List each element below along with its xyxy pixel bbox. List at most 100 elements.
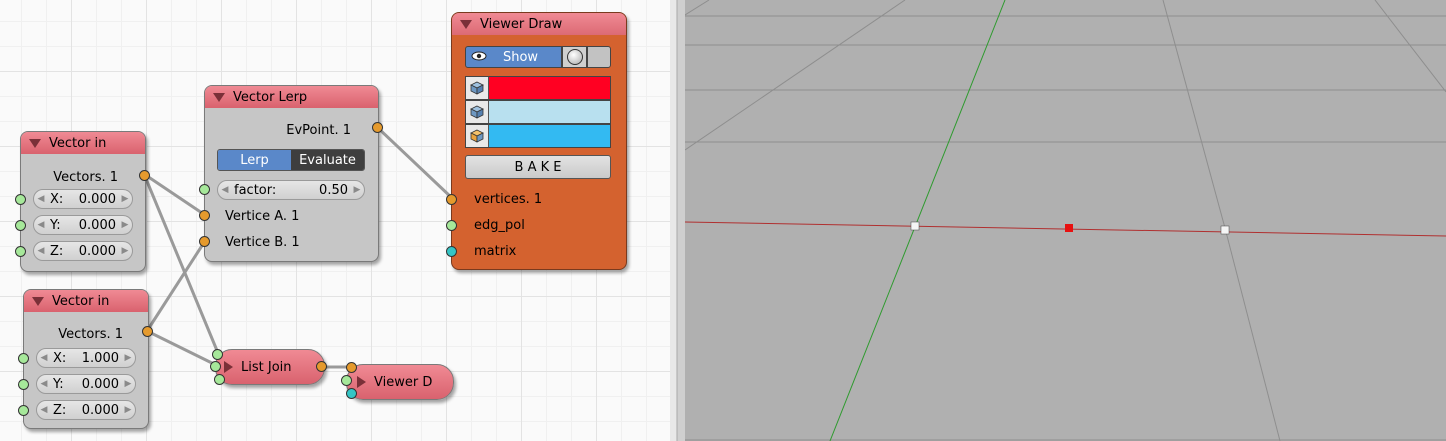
shading-sphere-button[interactable] bbox=[562, 46, 587, 68]
edge-color-row[interactable] bbox=[465, 100, 611, 124]
node-header[interactable]: Viewer Draw bbox=[452, 13, 626, 35]
list-join-node[interactable]: List Join bbox=[215, 349, 325, 385]
collapse-triangle-icon[interactable] bbox=[213, 92, 225, 102]
list-join-input-socket-2[interactable] bbox=[210, 361, 221, 372]
increment-arrow-icon[interactable]: ▶ bbox=[121, 379, 135, 389]
output-label: Vectors. 1 bbox=[58, 326, 123, 342]
increment-arrow-icon[interactable]: ▶ bbox=[118, 194, 132, 204]
collapse-triangle-icon[interactable] bbox=[29, 138, 41, 148]
viewport-scene bbox=[685, 0, 1446, 441]
x-field[interactable]: ◀ X: 0.000 ▶ bbox=[33, 189, 133, 209]
3d-viewport[interactable] bbox=[685, 0, 1446, 441]
decrement-arrow-icon[interactable]: ◀ bbox=[218, 185, 232, 195]
link-lerp-to-viewerdraw bbox=[375, 125, 454, 200]
increment-arrow-icon[interactable]: ▶ bbox=[118, 246, 132, 256]
bake-label: B A K E bbox=[514, 159, 562, 175]
list-join-input-socket-1[interactable] bbox=[212, 349, 223, 360]
node-header[interactable]: Vector in bbox=[21, 132, 145, 154]
mode-toggle[interactable]: Lerp Evaluate bbox=[217, 149, 365, 171]
input-socket-vertices[interactable] bbox=[446, 194, 457, 205]
expand-triangle-icon[interactable] bbox=[357, 376, 366, 388]
face-color-row[interactable] bbox=[465, 124, 611, 148]
floor-grid bbox=[685, 0, 1446, 441]
vertex-left bbox=[910, 221, 920, 231]
input-socket-y[interactable] bbox=[18, 379, 29, 390]
node-title: List Join bbox=[241, 359, 292, 375]
vector-lerp-node[interactable]: Vector Lerp EvPoint. 1 Lerp Evaluate ◀ f… bbox=[199, 85, 383, 262]
bake-button[interactable]: B A K E bbox=[465, 155, 611, 179]
input-socket-z[interactable] bbox=[15, 246, 26, 257]
input-label: edg_pol bbox=[474, 217, 525, 233]
decrement-arrow-icon[interactable]: ◀ bbox=[34, 194, 48, 204]
node-title: Viewer D bbox=[374, 374, 433, 390]
input-socket-z[interactable] bbox=[18, 405, 29, 416]
y-field[interactable]: ◀ Y: 0.000 ▶ bbox=[36, 374, 136, 394]
input-socket-vertice-a[interactable] bbox=[199, 210, 210, 221]
z-field[interactable]: ◀ Z: 0.000 ▶ bbox=[33, 241, 133, 261]
y-field[interactable]: ◀ Y: 0.000 ▶ bbox=[33, 215, 133, 235]
decrement-arrow-icon[interactable]: ◀ bbox=[34, 246, 48, 256]
increment-arrow-icon[interactable]: ▶ bbox=[118, 220, 132, 230]
increment-arrow-icon[interactable]: ▶ bbox=[121, 405, 135, 415]
node-title: Vector in bbox=[49, 135, 107, 151]
input-socket-x[interactable] bbox=[18, 353, 29, 364]
viewer-draw-node[interactable]: Viewer Draw Show B A K E vertices. 1 edg… bbox=[446, 12, 627, 270]
output-socket[interactable] bbox=[142, 326, 153, 337]
extra-toggle-button[interactable] bbox=[587, 46, 611, 68]
input-socket-factor[interactable] bbox=[199, 184, 210, 195]
node-title: Vector in bbox=[52, 293, 110, 309]
viewer-d-input-socket-matrix[interactable] bbox=[346, 388, 357, 399]
list-join-input-socket-3[interactable] bbox=[214, 374, 225, 385]
vertex-right bbox=[1220, 225, 1230, 235]
output-label: EvPoint. 1 bbox=[286, 122, 351, 138]
vertex-color-swatch[interactable] bbox=[489, 77, 610, 99]
lerp-mode-button[interactable]: Lerp bbox=[218, 150, 291, 170]
input-label: vertices. 1 bbox=[474, 191, 543, 207]
list-join-output-socket[interactable] bbox=[316, 361, 327, 372]
vertex-color-row[interactable] bbox=[465, 76, 611, 100]
sphere-icon bbox=[566, 49, 583, 65]
node-header[interactable]: Vector Lerp bbox=[205, 86, 378, 108]
output-socket[interactable] bbox=[139, 170, 150, 181]
expand-triangle-icon[interactable] bbox=[224, 361, 233, 373]
vector-in-node-2[interactable]: Vector in Vectors. 1 ◀ X: 1.000 ▶ ◀ Y: 0… bbox=[18, 289, 153, 429]
node-title: Vector Lerp bbox=[233, 89, 308, 105]
z-field[interactable]: ◀ Z: 0.000 ▶ bbox=[36, 400, 136, 420]
input-socket-matrix[interactable] bbox=[446, 246, 457, 257]
node-title: Viewer Draw bbox=[480, 16, 563, 32]
viewer-d-node[interactable]: Viewer D bbox=[346, 364, 454, 400]
mesh-vertices bbox=[910, 221, 1230, 235]
output-label: Vectors. 1 bbox=[53, 169, 118, 185]
eye-icon bbox=[466, 50, 492, 65]
decrement-arrow-icon[interactable]: ◀ bbox=[37, 405, 51, 415]
input-label: Vertice A. 1 bbox=[225, 208, 300, 224]
decrement-arrow-icon[interactable]: ◀ bbox=[34, 220, 48, 230]
factor-field[interactable]: ◀ factor: 0.50 ▶ bbox=[217, 180, 365, 200]
collapse-triangle-icon[interactable] bbox=[32, 296, 44, 306]
node-editor-canvas[interactable]: Vector in Vectors. 1 ◀ X: 0.000 ▶ ◀ Y: 0… bbox=[0, 0, 670, 441]
input-socket-y[interactable] bbox=[15, 220, 26, 231]
increment-arrow-icon[interactable]: ▶ bbox=[121, 353, 135, 363]
edge-cube-icon bbox=[466, 101, 489, 123]
input-socket-vertice-b[interactable] bbox=[199, 236, 210, 247]
input-socket-x[interactable] bbox=[15, 194, 26, 205]
input-label: matrix bbox=[474, 243, 517, 259]
decrement-arrow-icon[interactable]: ◀ bbox=[37, 379, 51, 389]
node-header[interactable]: Vector in bbox=[24, 290, 148, 312]
decrement-arrow-icon[interactable]: ◀ bbox=[37, 353, 51, 363]
collapse-triangle-icon[interactable] bbox=[460, 19, 472, 29]
vertex-selected bbox=[1065, 224, 1073, 232]
evaluate-mode-button[interactable]: Evaluate bbox=[291, 150, 364, 170]
area-divider[interactable] bbox=[670, 0, 685, 441]
viewer-d-input-socket-vertices[interactable] bbox=[346, 362, 357, 373]
face-cube-icon bbox=[466, 125, 489, 147]
increment-arrow-icon[interactable]: ▶ bbox=[350, 185, 364, 195]
vector-in-node-1[interactable]: Vector in Vectors. 1 ◀ X: 0.000 ▶ ◀ Y: 0… bbox=[15, 131, 150, 272]
show-toggle[interactable]: Show bbox=[465, 46, 562, 68]
viewer-d-input-socket-edges[interactable] bbox=[341, 375, 352, 386]
output-socket[interactable] bbox=[372, 122, 383, 133]
x-field[interactable]: ◀ X: 1.000 ▶ bbox=[36, 348, 136, 368]
face-color-swatch[interactable] bbox=[489, 125, 610, 147]
input-socket-edg-pol[interactable] bbox=[446, 220, 457, 231]
edge-color-swatch[interactable] bbox=[489, 101, 610, 123]
